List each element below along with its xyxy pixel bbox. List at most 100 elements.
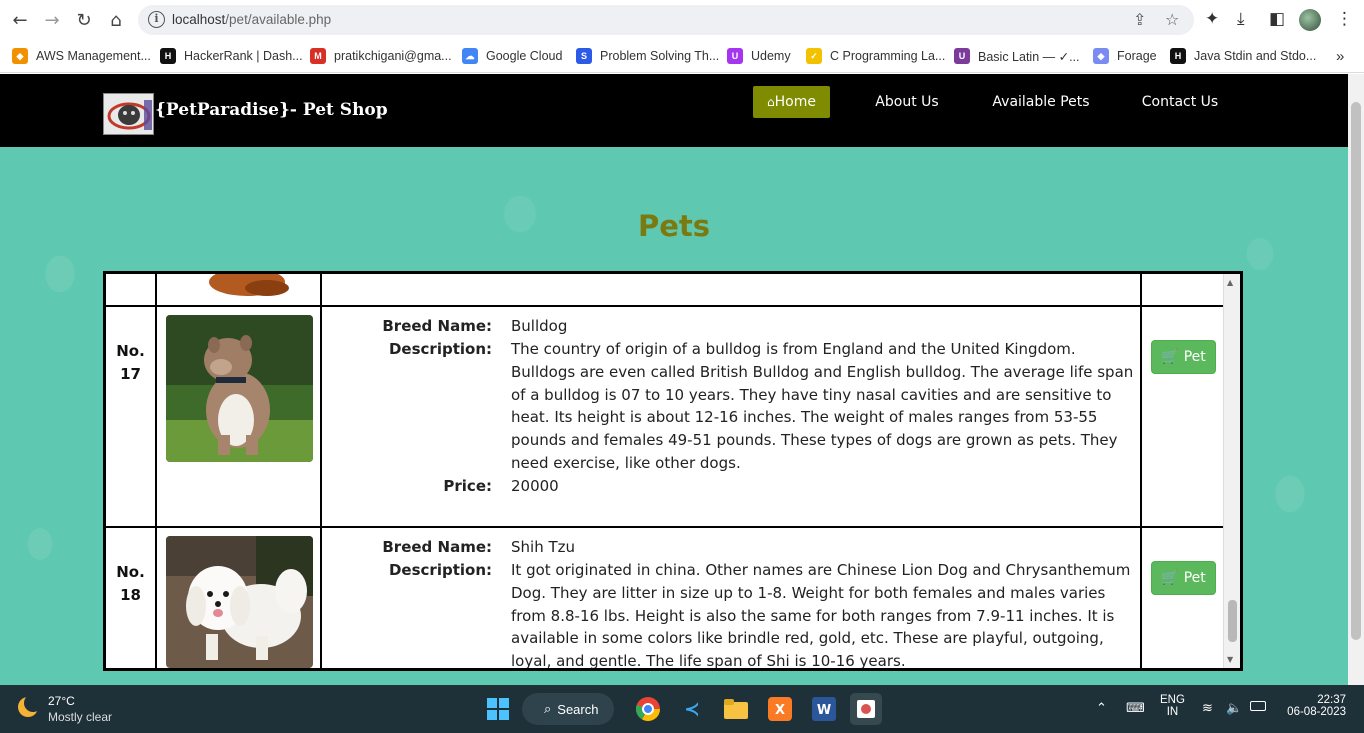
xampp-icon[interactable]: X	[764, 693, 796, 725]
pet-number-value: 17	[120, 365, 141, 383]
pet-image	[166, 536, 313, 668]
row-number-cell: No. 18	[106, 528, 157, 668]
clock[interactable]: 22:37 06-08-2023	[1282, 694, 1346, 718]
keyboard-icon[interactable]: ⌨	[1126, 700, 1145, 716]
description-label: Description:	[388, 561, 492, 579]
bookmark-item[interactable]: H HackerRank | Dash...	[160, 47, 303, 65]
c-lang-icon: ✓	[806, 48, 822, 64]
windows-taskbar: 27°C Mostly clear ⌕ Search ≺ X W ⌃ ⌨ ENG …	[0, 685, 1364, 733]
table-row: No. 17 Breed Name: Bulldog Description: …	[106, 307, 1223, 528]
bookmark-item[interactable]: ◆ Forage	[1093, 47, 1157, 65]
home-icon: ⌂	[767, 95, 775, 109]
site-info-icon[interactable]: i	[148, 11, 165, 28]
pet-button-label: Pet	[1183, 570, 1206, 586]
gmail-icon: M	[310, 48, 326, 64]
row-number-cell: No. 17	[106, 307, 157, 526]
pet-cart-button[interactable]: 🛒 Pet	[1151, 340, 1216, 374]
nav-home[interactable]: ⌂Home	[753, 86, 830, 118]
scroll-up-arrow-icon[interactable]: ▲	[1227, 278, 1233, 287]
snipping-tool-icon[interactable]	[850, 693, 882, 725]
bookmark-item[interactable]: ◆ AWS Management...	[12, 47, 151, 65]
row-action-cell: 🛒 Pet	[1142, 528, 1223, 668]
bookmark-label: Problem Solving Th...	[600, 49, 720, 63]
bookmark-label: Java Stdin and Stdo...	[1194, 49, 1317, 63]
price-label: Price:	[443, 477, 492, 495]
bookmark-item[interactable]: ☁ Google Cloud	[462, 47, 562, 65]
bookmark-item[interactable]: U Basic Latin — ✓...	[954, 47, 1079, 65]
unicode-table-icon: U	[954, 48, 970, 64]
pet-cart-button[interactable]: 🛒 Pet	[1151, 561, 1216, 595]
row-image-cell	[157, 274, 322, 305]
bookmark-label: HackerRank | Dash...	[184, 49, 303, 63]
bookmark-item[interactable]: H Java Stdin and Stdo...	[1170, 47, 1316, 65]
reload-icon[interactable]: ↻	[70, 6, 98, 34]
bookmark-item[interactable]: S Problem Solving Th...	[576, 47, 719, 65]
weather-moon-icon[interactable]	[16, 694, 42, 719]
table-row	[106, 274, 1223, 307]
pet-number: No. 17	[106, 340, 155, 386]
row-action-cell: 🛒 Pet	[1142, 307, 1223, 526]
bookmark-label: AWS Management...	[36, 49, 151, 63]
breed-value: Shih Tzu	[511, 538, 576, 556]
site-header: {PetParadise}- Pet Shop ⌂Home About Us A…	[0, 74, 1348, 147]
row-action-cell	[1142, 274, 1223, 305]
description-label: Description:	[388, 340, 492, 358]
back-arrow-icon[interactable]: ←	[6, 6, 34, 34]
weather-condition[interactable]: Mostly clear	[48, 710, 112, 724]
nav-about[interactable]: About Us	[870, 86, 944, 118]
volume-icon[interactable]: 🔈	[1226, 700, 1242, 716]
show-hidden-icons-chevron[interactable]: ⌃	[1096, 700, 1107, 716]
pet-button-label: Pet	[1183, 349, 1206, 365]
extensions-puzzle-icon[interactable]: ✦	[1205, 9, 1219, 29]
more-bookmarks-chevron[interactable]: »	[1336, 47, 1344, 65]
bookmark-item[interactable]: ✓ C Programming La...	[806, 47, 945, 65]
breed-label: Breed Name:	[382, 317, 492, 335]
bookmark-star-icon[interactable]: ☆	[1165, 10, 1179, 29]
bookmark-label: Udemy	[751, 49, 791, 63]
url-path: /pet/available.php	[225, 12, 332, 27]
language-code: ENG	[1160, 694, 1185, 706]
table-scrollbar[interactable]: ▲ ▼	[1223, 274, 1240, 668]
language-indicator[interactable]: ENG IN	[1160, 694, 1185, 718]
bookmarks-bar: ◆ AWS Management... H HackerRank | Dash... M…	[0, 40, 1364, 73]
side-panel-icon[interactable]: ◧	[1269, 9, 1285, 29]
nav-available-pets[interactable]: Available Pets	[990, 86, 1092, 118]
word-icon[interactable]: W	[808, 693, 840, 725]
svg-text:X: X	[775, 703, 785, 718]
weather-temperature[interactable]: 27°C	[48, 694, 75, 708]
pet-number-prefix: No.	[116, 563, 145, 581]
hackerrank-icon: H	[1170, 48, 1186, 64]
page-scrollbar[interactable]	[1348, 74, 1364, 685]
bookmark-label: pratikchigani@gma...	[334, 49, 452, 63]
pets-table[interactable]: No. 17 Breed Name: Bulldog Description: …	[103, 271, 1243, 671]
row-image-cell	[157, 528, 322, 668]
url-text[interactable]: localhost/pet/available.php	[172, 12, 331, 27]
address-bar[interactable]: i localhost/pet/available.php ⇪ ☆	[138, 5, 1194, 35]
profile-avatar[interactable]	[1299, 9, 1321, 31]
windows-start-icon[interactable]	[482, 693, 514, 725]
vscode-icon[interactable]: ≺	[676, 693, 708, 725]
menu-kebab-icon[interactable]: ⋮	[1336, 9, 1353, 29]
pet-number-value: 18	[120, 586, 141, 604]
page-title: Pets	[637, 209, 711, 243]
battery-icon[interactable]	[1250, 701, 1266, 711]
download-icon[interactable]: ⤓	[1237, 9, 1245, 29]
table-scroll-thumb[interactable]	[1228, 600, 1237, 642]
bookmark-item[interactable]: Mpratikchigani@gma...	[310, 47, 452, 65]
row-info-cell	[322, 274, 1142, 305]
home-icon[interactable]: ⌂	[102, 6, 130, 34]
wifi-icon[interactable]: ≋	[1202, 700, 1213, 716]
brand-name[interactable]: {PetParadise}- Pet Shop	[155, 100, 388, 120]
page-scroll-thumb[interactable]	[1351, 102, 1361, 640]
forward-arrow-icon[interactable]: →	[38, 6, 66, 34]
udemy-icon: U	[727, 48, 743, 64]
google-cloud-icon: ☁	[462, 48, 478, 64]
site-logo[interactable]	[103, 93, 154, 135]
taskbar-search[interactable]: ⌕ Search	[522, 693, 614, 725]
scroll-down-arrow-icon[interactable]: ▼	[1227, 655, 1233, 664]
share-icon[interactable]: ⇪	[1133, 10, 1146, 29]
nav-contact[interactable]: Contact Us	[1138, 86, 1222, 118]
chrome-icon[interactable]	[632, 693, 664, 725]
file-explorer-icon[interactable]	[720, 693, 752, 725]
bookmark-item[interactable]: U Udemy	[727, 47, 791, 65]
